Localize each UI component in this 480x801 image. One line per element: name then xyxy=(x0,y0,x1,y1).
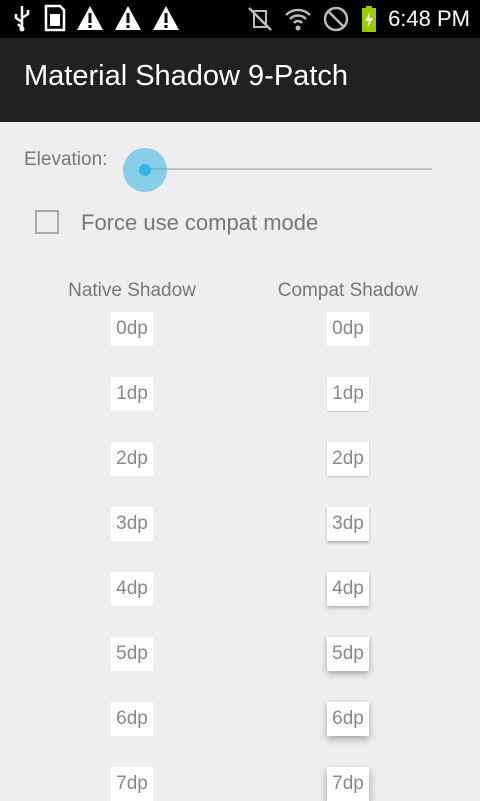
main-content: Elevation: Force use compat mode Native … xyxy=(0,122,480,801)
native-card-5dp: 5dp xyxy=(111,637,153,671)
native-card-3dp: 3dp xyxy=(111,507,153,541)
compat-card-6dp: 6dp xyxy=(327,702,369,736)
compat-card-7dp: 7dp xyxy=(327,767,369,801)
compat-card-0dp: 0dp xyxy=(327,312,369,346)
native-card-6dp: 6dp xyxy=(111,702,153,736)
status-time: 6:48 PM xyxy=(388,6,470,31)
usb-icon xyxy=(12,4,32,32)
action-bar: Material Shadow 9-Patch xyxy=(0,38,480,122)
native-card-1dp: 1dp xyxy=(111,377,153,411)
wifi-icon xyxy=(284,5,312,33)
native-card-0dp: 0dp xyxy=(111,312,153,346)
vibrate-mute-icon xyxy=(246,5,274,33)
compat-mode-checkbox[interactable] xyxy=(35,210,59,234)
app-title: Material Shadow 9-Patch xyxy=(24,60,348,92)
compat-shadow-header: Compat Shadow xyxy=(277,280,419,301)
compat-card-2dp: 2dp xyxy=(327,442,369,476)
warning-icon xyxy=(114,5,142,31)
elevation-slider-thumb[interactable] xyxy=(139,164,151,176)
battery-charging-icon xyxy=(360,5,378,33)
native-card-4dp: 4dp xyxy=(111,572,153,606)
native-card-7dp: 7dp xyxy=(111,767,153,801)
compat-card-5dp: 5dp xyxy=(327,637,369,671)
compat-mode-label[interactable]: Force use compat mode xyxy=(81,210,318,236)
warning-icon xyxy=(152,5,180,31)
no-signal-icon xyxy=(322,5,350,33)
compat-card-3dp: 3dp xyxy=(327,507,369,541)
warning-icon xyxy=(76,5,104,31)
native-card-2dp: 2dp xyxy=(111,442,153,476)
elevation-label: Elevation: xyxy=(24,149,108,170)
compat-card-1dp: 1dp xyxy=(327,377,369,411)
sd-card-icon xyxy=(42,4,66,32)
compat-card-4dp: 4dp xyxy=(327,572,369,606)
native-shadow-header: Native Shadow xyxy=(68,280,196,301)
status-bar: 6:48 PM xyxy=(0,0,480,38)
elevation-slider-track[interactable] xyxy=(145,168,432,170)
